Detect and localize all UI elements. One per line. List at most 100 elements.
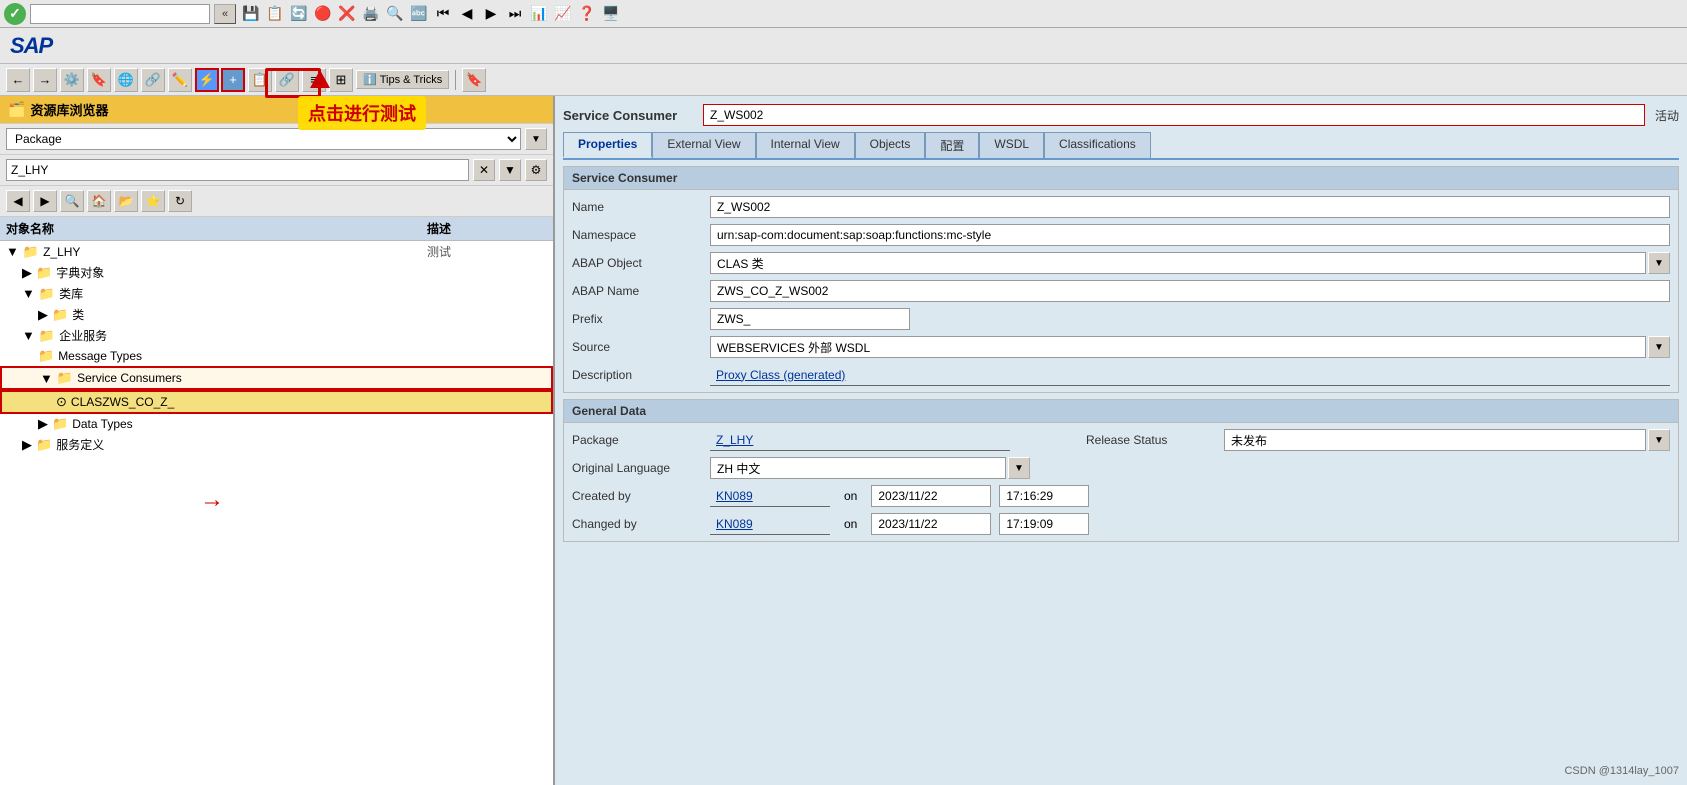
tab-externalview[interactable]: External View (652, 132, 755, 158)
forward-btn[interactable]: → (33, 68, 57, 92)
filter-dropdown-btn[interactable]: ▼ (525, 128, 547, 150)
tree-col1-header: 对象名称 (6, 220, 427, 237)
search-input[interactable] (6, 159, 469, 181)
right-panel: Service Consumer Z_WS002 活动 Properties E… (555, 96, 1687, 785)
find-icon[interactable]: 🔍 (384, 3, 406, 25)
nav-expand-btn[interactable]: 📂 (114, 190, 138, 212)
field-row-package: Package Z_LHY Release Status 未发布 ▼ (572, 429, 1670, 451)
tab-objects[interactable]: Objects (855, 132, 926, 158)
status-check-icon: ✓ (4, 3, 26, 25)
prev-icon[interactable]: ◀ (456, 3, 478, 25)
tab-wsdl[interactable]: WSDL (979, 132, 1044, 158)
nav-refresh-btn[interactable]: ↻ (168, 190, 192, 212)
activate-btn[interactable]: ⚡ (195, 68, 219, 92)
field-value-name: Z_WS002 (710, 196, 1670, 218)
collapse-btn[interactable]: « (214, 4, 236, 24)
nav-home-btn[interactable]: 🏠 (87, 190, 111, 212)
tree-item-z_lhy[interactable]: ▼ 📁 Z_LHY 测试 (0, 241, 553, 262)
dropdown-arrow-btn[interactable]: ▼ (499, 159, 521, 181)
tips-tricks-btn[interactable]: ℹ️ Tips & Tricks (356, 70, 449, 89)
tree-item-label: Z_LHY (43, 245, 427, 259)
chart-icon[interactable]: 📈 (552, 3, 574, 25)
nav-filter-btn[interactable]: 🔍 (60, 190, 84, 212)
object-icon: ⊙ (56, 394, 67, 410)
share-btn[interactable]: 🔗 (141, 68, 165, 92)
field-label-relstatus: Release Status (1086, 433, 1216, 447)
clear-btn[interactable]: ✕ (473, 159, 495, 181)
folder-arrow-icon: ▶ (38, 416, 48, 432)
tab-classifications[interactable]: Classifications (1044, 132, 1151, 158)
field-value-package[interactable]: Z_LHY (710, 429, 1010, 451)
field-value-created-by[interactable]: KN089 (710, 485, 830, 507)
tree-header: 对象名称 描述 (0, 217, 553, 241)
folder-icon: 📁 (39, 286, 55, 302)
back-btn[interactable]: ← (6, 68, 30, 92)
field-value-changed-time: 17:19:09 (999, 513, 1089, 535)
nav-star-btn[interactable]: ⭐ (141, 190, 165, 212)
shortcut-icon[interactable]: 📋 (264, 3, 286, 25)
tree-item-label: Service Consumers (77, 371, 425, 385)
tree-item-msgtypes[interactable]: 📁 Message Types (0, 346, 553, 366)
monitor-icon[interactable]: 🖥️ (600, 3, 622, 25)
field-label-prefix: Prefix (572, 312, 702, 326)
field-value-abapname: ZWS_CO_Z_WS002 (710, 280, 1670, 302)
field-row-prefix: Prefix ZWS_ (572, 308, 1670, 330)
panel-header: 🗂️ 资源库浏览器 (0, 96, 553, 124)
field-value-changed-by[interactable]: KN089 (710, 513, 830, 535)
field-label-created: Created by (572, 489, 702, 503)
back-icon[interactable]: 🔄 (288, 3, 310, 25)
flag-btn[interactable]: 🔖 (87, 68, 111, 92)
bookmark-btn[interactable]: 🔖 (462, 68, 486, 92)
obj-nav-btn[interactable]: 📋 (248, 68, 272, 92)
search-row: ✕ ▼ ⚙ (0, 155, 553, 186)
globe-btn[interactable]: 🌐 (114, 68, 138, 92)
tree-item-svcdef[interactable]: ▶ 📁 服务定义 (0, 434, 553, 455)
section-title-sc: Service Consumer (564, 167, 1678, 190)
split-btn[interactable]: ⊞ (329, 68, 353, 92)
fav-btn[interactable]: ⚙️ (60, 68, 84, 92)
field-row-source: Source WEBSERVICES 外部 WSDL ▼ (572, 336, 1670, 358)
filter-icon[interactable]: 🔤 (408, 3, 430, 25)
tree-item-class[interactable]: ▶ 📁 类 (0, 304, 553, 325)
next-icon[interactable]: ▶ (480, 3, 502, 25)
folder-expand-icon: ▼ (6, 244, 19, 259)
panel-title: 资源库浏览器 (30, 100, 108, 119)
save-icon[interactable]: 💾 (240, 3, 262, 25)
nav-back-btn[interactable]: ◀ (6, 190, 30, 212)
relstatus-dropdown-btn[interactable]: ▼ (1648, 429, 1670, 451)
options-btn[interactable]: ⚙ (525, 159, 547, 181)
tree-item-claszws[interactable]: ⊙ CLASZWS_CO_Z_ (0, 390, 553, 414)
tree-item-dict[interactable]: ▶ 📁 字典对象 (0, 262, 553, 283)
tab-properties[interactable]: Properties (563, 132, 652, 158)
check-btn[interactable]: + (221, 68, 245, 92)
first-icon[interactable]: ⏮ (432, 3, 454, 25)
left-panel: 🗂️ 资源库浏览器 Package ▼ ✕ ▼ ⚙ ◀ ▶ 🔍 (0, 96, 555, 785)
field-value-desc[interactable]: Proxy Class (generated) (710, 364, 1670, 386)
last-icon[interactable]: ⏭ (504, 3, 526, 25)
tree-item-classlib[interactable]: ▼ 📁 类库 (0, 283, 553, 304)
field-value-prefix: ZWS_ (710, 308, 910, 330)
print-icon[interactable]: 🖨️ (360, 3, 382, 25)
where-used-btn[interactable]: 🔗 (275, 68, 299, 92)
stop-icon[interactable]: 🔴 (312, 3, 334, 25)
command-input[interactable] (30, 4, 210, 24)
abapobj-dropdown-btn[interactable]: ▼ (1648, 252, 1670, 274)
edit-btn[interactable]: ✏️ (168, 68, 192, 92)
field-value-created-time: 17:16:29 (999, 485, 1089, 507)
origlang-dropdown-btn[interactable]: ▼ (1008, 457, 1030, 479)
cancel-icon[interactable]: ❌ (336, 3, 358, 25)
tab-internalview[interactable]: Internal View (756, 132, 855, 158)
folder-expand-icon: ▼ (22, 328, 35, 343)
tree-item-svccons[interactable]: ▼ 📁 Service Consumers (0, 366, 553, 390)
source-dropdown-btn[interactable]: ▼ (1648, 336, 1670, 358)
folder-icon: 📁 (36, 265, 52, 281)
filter-select[interactable]: Package (6, 128, 521, 150)
nav-fwd-btn[interactable]: ▶ (33, 190, 57, 212)
help-icon[interactable]: ❓ (576, 3, 598, 25)
layout-icon[interactable]: 📊 (528, 3, 550, 25)
tree-item-datatypes[interactable]: ▶ 📁 Data Types (0, 414, 553, 434)
tree-btn[interactable]: ≡ (302, 68, 326, 92)
system-bar: ✓ « 💾 📋 🔄 🔴 ❌ 🖨️ 🔍 🔤 ⏮ ◀ ▶ ⏭ 📊 📈 ❓ 🖥️ (0, 0, 1687, 28)
tab-config[interactable]: 配置 (925, 132, 979, 158)
tree-item-enterprise[interactable]: ▼ 📁 企业服务 (0, 325, 553, 346)
